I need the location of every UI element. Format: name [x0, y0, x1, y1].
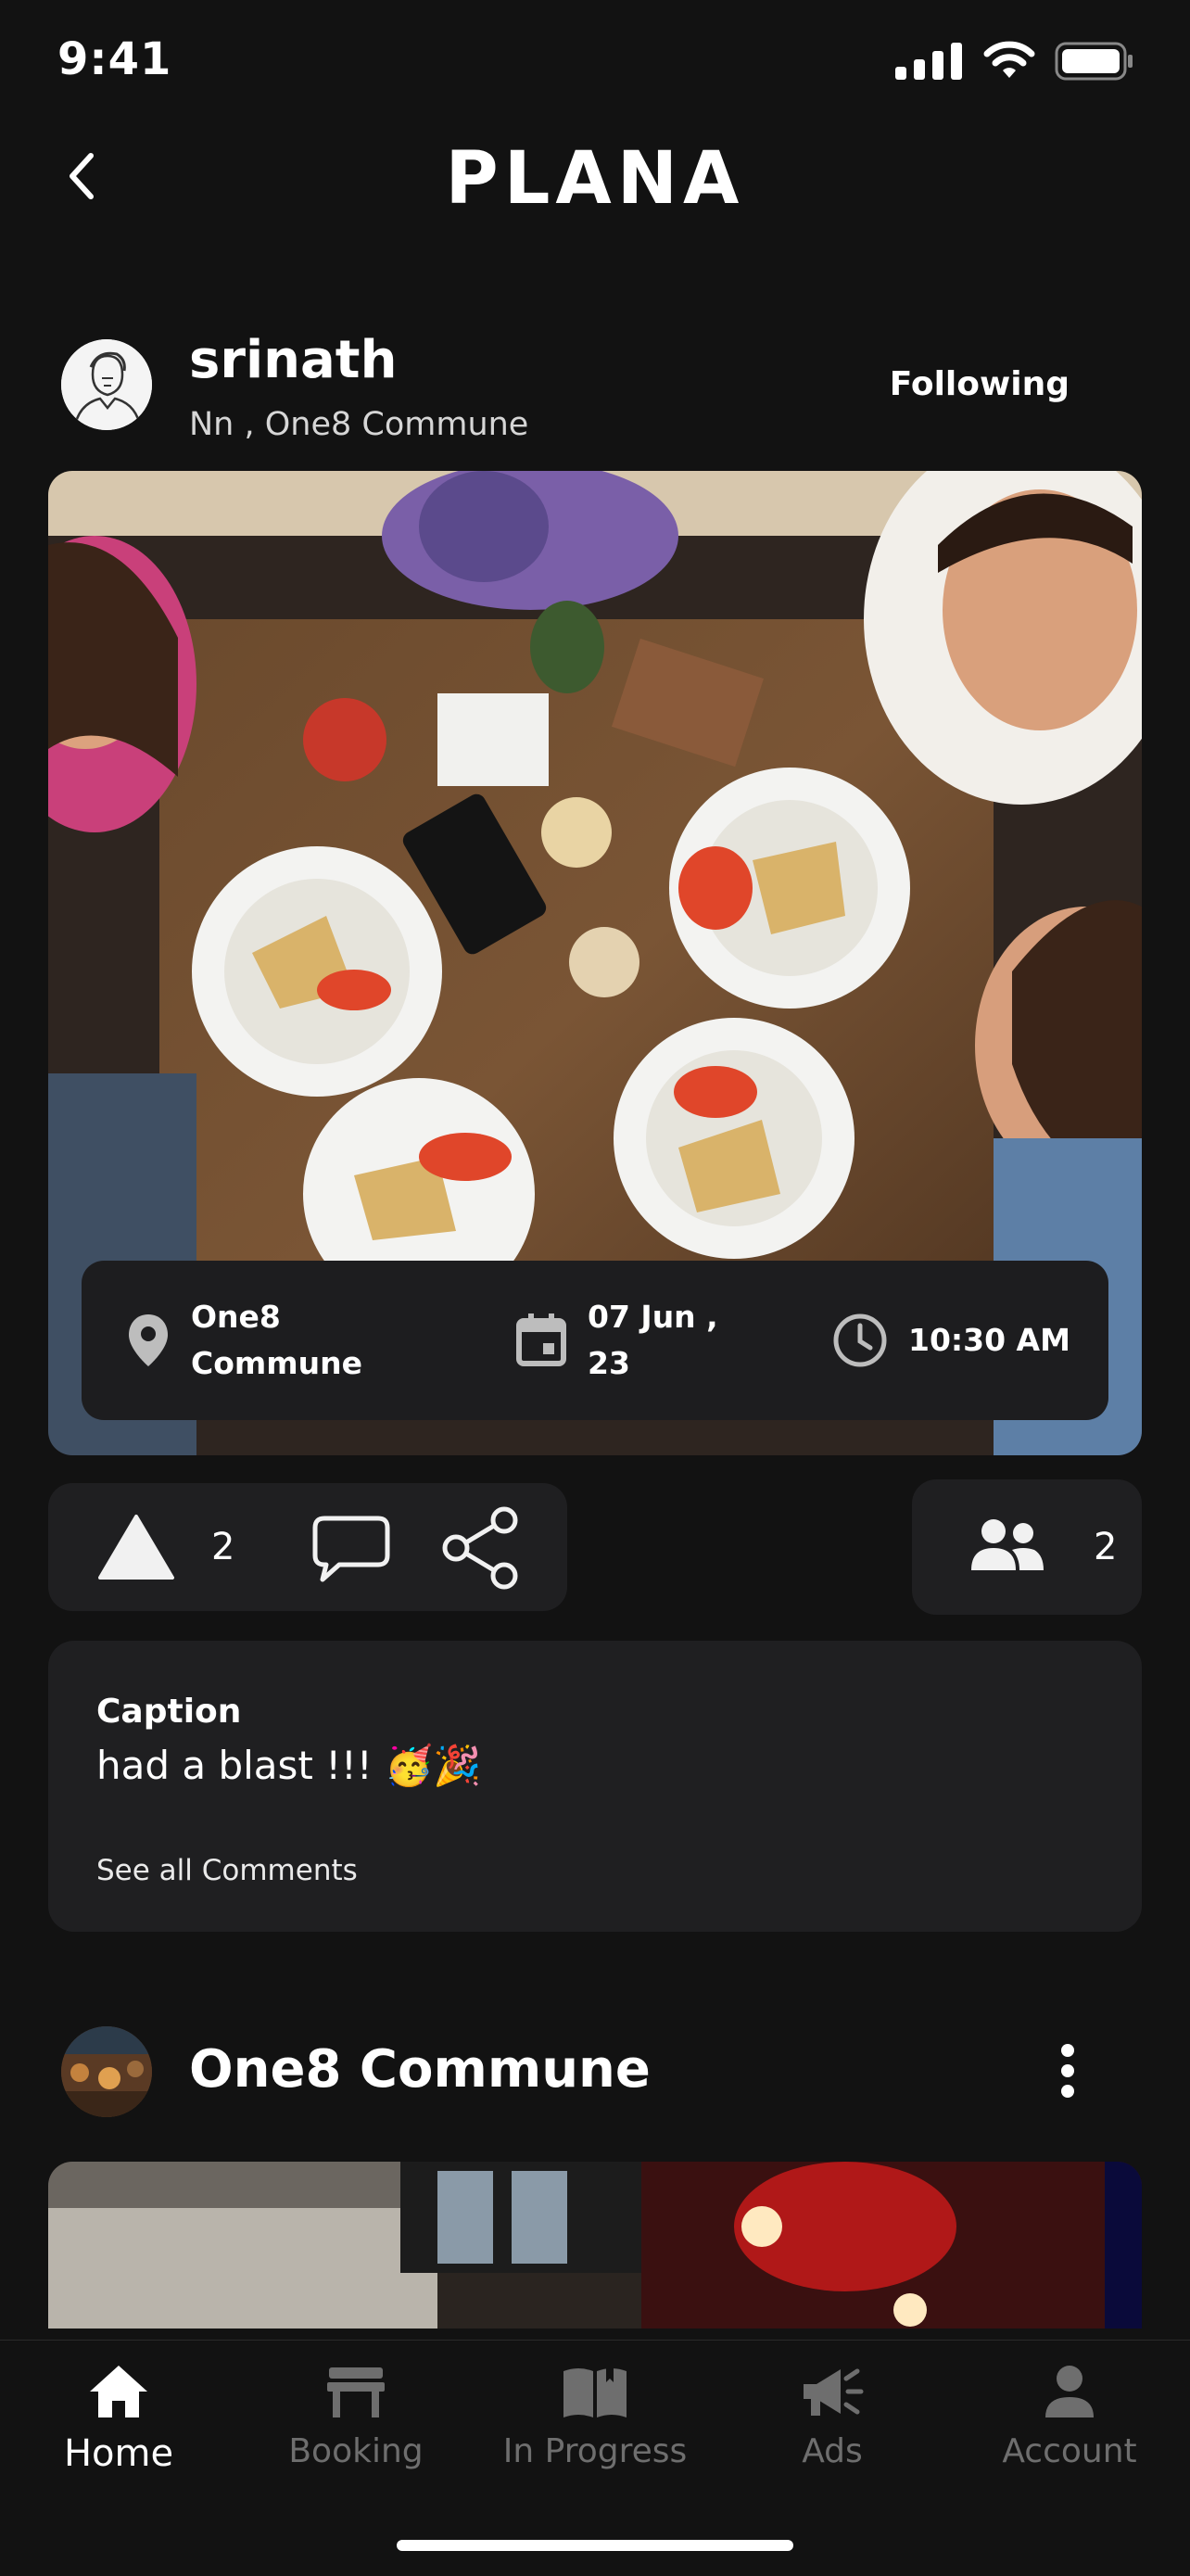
- calendar-icon: [516, 1313, 566, 1366]
- event-location[interactable]: One8 Commune: [126, 1261, 362, 1420]
- group-icon: [971, 1519, 1044, 1570]
- megaphone-icon: [804, 2368, 864, 2416]
- tab-in-progress-label: In Progress: [502, 2432, 688, 2470]
- participant-count: 2: [1094, 1526, 1118, 1568]
- event-date[interactable]: 07 Jun , 23: [515, 1261, 718, 1420]
- signal-icon: [895, 43, 962, 80]
- home-indicator[interactable]: [397, 2540, 793, 2551]
- venue-interior-image: [48, 2162, 1142, 2329]
- location-pin-icon: [129, 1314, 168, 1366]
- tab-booking[interactable]: Booking: [254, 2362, 458, 2470]
- location-line-1: One8: [191, 1299, 281, 1335]
- tab-in-progress[interactable]: In Progress: [493, 2362, 697, 2470]
- brand-logo: PLANA: [445, 137, 745, 221]
- event-time-text: 10:30 AM: [908, 1322, 1070, 1358]
- more-options-icon[interactable]: [1057, 2043, 1079, 2099]
- wifi-icon: [983, 41, 1035, 78]
- venue-name[interactable]: One8 Commune: [189, 2039, 651, 2100]
- status-time: 9:41: [57, 33, 172, 85]
- tab-booking-label: Booking: [288, 2432, 424, 2470]
- tab-ads-label: Ads: [802, 2432, 863, 2470]
- home-icon: [90, 2366, 147, 2417]
- like-triangle-icon[interactable]: [96, 1513, 176, 1581]
- user-location: Nn , One8 Commune: [189, 406, 529, 443]
- venue-image-icon: [61, 2026, 152, 2117]
- tab-account[interactable]: Account: [968, 2362, 1171, 2470]
- venue-avatar[interactable]: [61, 2026, 152, 2117]
- user-name[interactable]: srinath: [189, 330, 397, 390]
- table-icon: [327, 2367, 385, 2417]
- tab-ads[interactable]: Ads: [730, 2362, 934, 2470]
- comment-icon[interactable]: [311, 1515, 391, 1583]
- date-line-1: 07 Jun ,: [588, 1299, 718, 1335]
- status-icons: [895, 41, 1134, 82]
- tab-account-label: Account: [1002, 2432, 1137, 2470]
- see-all-comments-link[interactable]: See all Comments: [96, 1854, 358, 1887]
- event-time[interactable]: 10:30 AM: [832, 1261, 1070, 1420]
- person-icon: [1045, 2366, 1094, 2417]
- book-icon: [563, 2364, 627, 2417]
- battery-icon: [1055, 42, 1133, 81]
- date-line-2: 23: [588, 1345, 630, 1381]
- user-avatar[interactable]: [61, 339, 152, 430]
- tab-home[interactable]: Home: [17, 2362, 221, 2475]
- caption-text: had a blast !!! 🥳🎉: [96, 1743, 482, 1788]
- venue-photo[interactable]: [48, 2162, 1142, 2329]
- location-line-2: Commune: [191, 1345, 363, 1381]
- event-info-bar: One8 Commune 07 Jun , 23 10:30 AM: [82, 1261, 1108, 1420]
- following-button[interactable]: Following: [890, 365, 1070, 403]
- user-sketch-icon: [61, 339, 152, 430]
- share-icon[interactable]: [439, 1505, 521, 1591]
- like-count: 2: [211, 1526, 235, 1568]
- tab-home-label: Home: [63, 2432, 174, 2475]
- caption-label: Caption: [96, 1693, 242, 1731]
- clock-icon: [833, 1313, 887, 1367]
